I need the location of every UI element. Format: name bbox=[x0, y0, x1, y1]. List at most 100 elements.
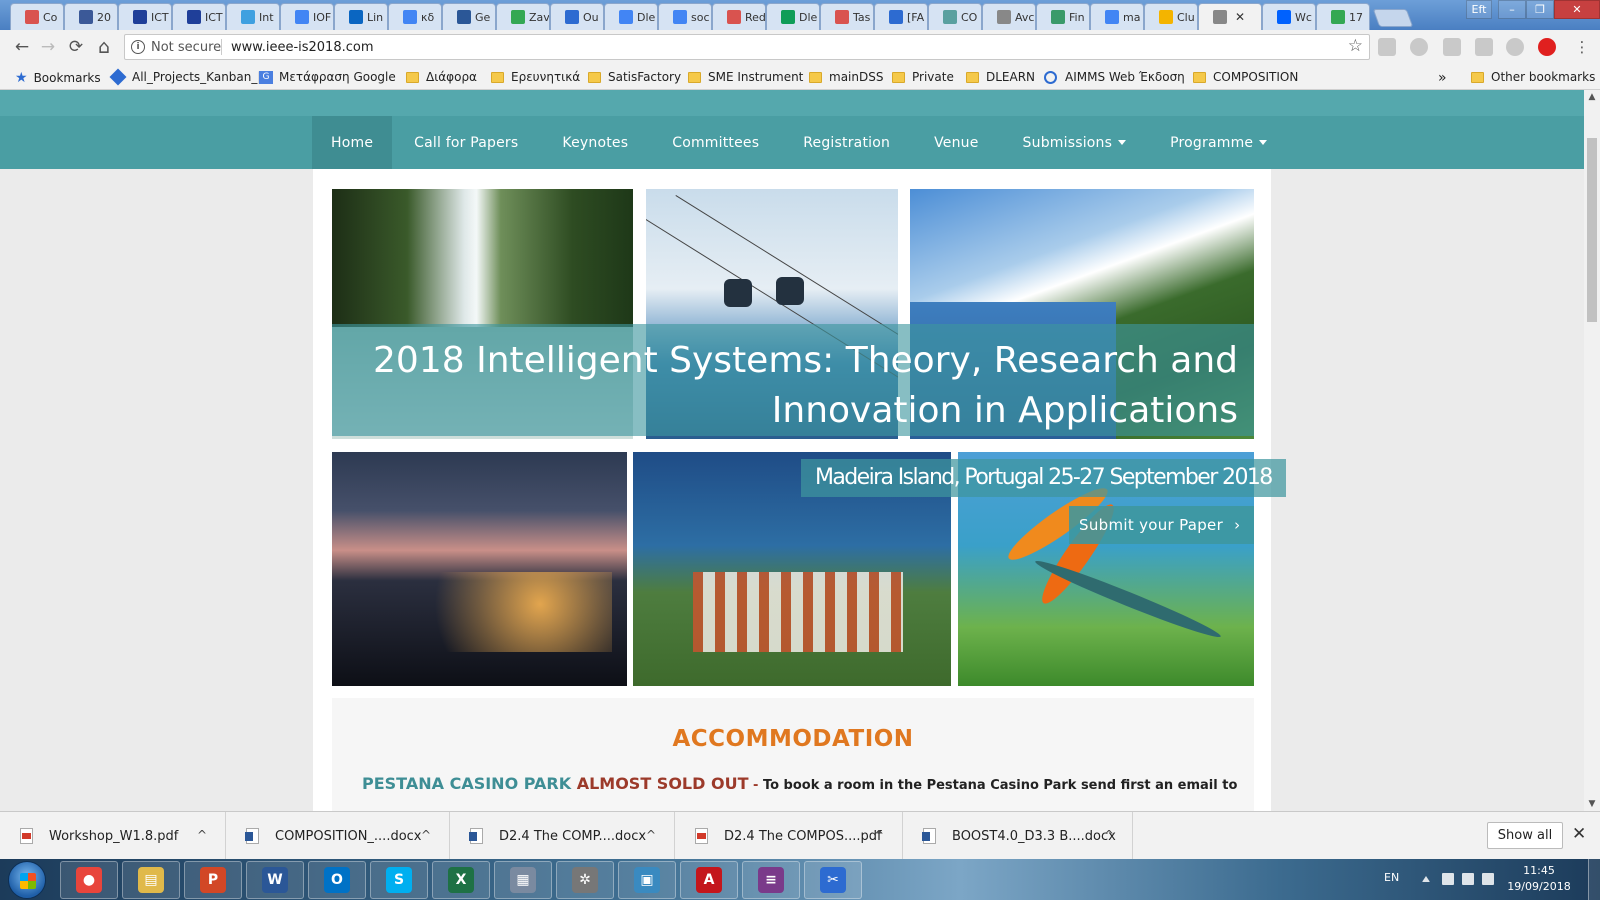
url-text[interactable]: www.ieee-is2018.com bbox=[231, 40, 374, 55]
browser-tab[interactable]: ICT bbox=[118, 3, 172, 30]
nav-item-committees[interactable]: Committees bbox=[650, 116, 781, 169]
bookmark-folder[interactable]: SatisFactory bbox=[588, 70, 681, 84]
browser-tab[interactable]: 17 bbox=[1316, 3, 1370, 30]
action-center-flag-icon[interactable] bbox=[1442, 873, 1454, 885]
taskbar-outlook[interactable]: O bbox=[308, 861, 366, 899]
taskbar-settings[interactable]: ✲ bbox=[556, 861, 614, 899]
other-bookmarks[interactable]: Other bookmarks bbox=[1471, 70, 1595, 84]
bookmark-folder[interactable]: COMPOSITION bbox=[1193, 70, 1298, 84]
profile-button[interactable]: Eft bbox=[1466, 0, 1492, 19]
show-hidden-icons-icon[interactable] bbox=[1422, 876, 1430, 882]
download-item[interactable]: D2.4 The COMPOS....pdf ^ bbox=[675, 812, 903, 860]
start-button[interactable] bbox=[8, 861, 46, 899]
download-item[interactable]: COMPOSITION_....docx ^ bbox=[226, 812, 450, 860]
browser-tab[interactable]: Ou bbox=[550, 3, 604, 30]
chevron-up-icon[interactable]: ^ bbox=[421, 828, 431, 842]
bookmark-kanban[interactable]: All_Projects_Kanban_| bbox=[109, 68, 261, 86]
reload-button[interactable]: ⟳ bbox=[66, 37, 86, 57]
browser-tab[interactable]: Avc bbox=[982, 3, 1036, 30]
browser-tab[interactable]: Wc bbox=[1262, 3, 1316, 30]
browser-tab[interactable]: Tas bbox=[820, 3, 874, 30]
nav-item-keynotes[interactable]: Keynotes bbox=[540, 116, 650, 169]
chevron-up-icon[interactable]: ^ bbox=[197, 828, 207, 842]
browser-tab[interactable]: Red bbox=[712, 3, 766, 30]
bookmark-folder[interactable]: Διάφορα bbox=[406, 70, 477, 84]
browser-tab[interactable]: [FA bbox=[874, 3, 928, 30]
volume-icon[interactable] bbox=[1482, 873, 1494, 885]
chevron-up-icon[interactable]: ^ bbox=[1104, 828, 1114, 842]
maximize-button[interactable]: ❐ bbox=[1526, 0, 1554, 19]
browser-tab[interactable]: Clu bbox=[1144, 3, 1198, 30]
browser-tab[interactable]: κδ bbox=[388, 3, 442, 30]
taskbar-chrome[interactable]: ● bbox=[60, 861, 118, 899]
home-button[interactable]: ⌂ bbox=[94, 36, 114, 58]
taskbar-excel[interactable]: X bbox=[432, 861, 490, 899]
extension-icon[interactable] bbox=[1475, 38, 1493, 56]
bookmark-aimms[interactable]: AIMMS Web Έκδοση bbox=[1044, 70, 1185, 84]
network-icon[interactable] bbox=[1462, 873, 1474, 885]
extension-icon[interactable] bbox=[1506, 38, 1524, 56]
browser-tab[interactable]: Lin bbox=[334, 3, 388, 30]
close-window-button[interactable]: ✕ bbox=[1554, 0, 1600, 19]
menu-icon[interactable]: ⋮ bbox=[1572, 37, 1592, 57]
opera-icon[interactable] bbox=[1538, 38, 1556, 56]
browser-tab[interactable]: IOF bbox=[280, 3, 334, 30]
taskbar-calculator[interactable]: ▦ bbox=[494, 861, 552, 899]
browser-tab[interactable]: Zav bbox=[496, 3, 550, 30]
browser-tab[interactable]: ma bbox=[1090, 3, 1144, 30]
bookmark-folder[interactable]: Private bbox=[892, 70, 954, 84]
browser-tab[interactable]: Ge bbox=[442, 3, 496, 30]
taskbar-snipping[interactable]: ✂ bbox=[804, 861, 862, 899]
close-tab-icon[interactable]: ✕ bbox=[1235, 10, 1245, 24]
language-indicator[interactable]: EN bbox=[1384, 871, 1399, 884]
nav-item-submissions[interactable]: Submissions bbox=[1001, 116, 1149, 169]
bookmarks-overflow-button[interactable]: » bbox=[1438, 70, 1447, 86]
scroll-up-icon[interactable]: ▲ bbox=[1584, 90, 1600, 104]
close-icon[interactable]: ✕ bbox=[1572, 824, 1586, 844]
clock[interactable]: 11:45 19/09/2018 bbox=[1504, 863, 1574, 895]
extension-icon[interactable] bbox=[1378, 38, 1396, 56]
browser-tab[interactable]: CO bbox=[928, 3, 982, 30]
info-icon[interactable]: i bbox=[131, 40, 145, 54]
browser-tab[interactable]: Fin bbox=[1036, 3, 1090, 30]
nav-item-call-for-papers[interactable]: Call for Papers bbox=[392, 116, 540, 169]
bookmark-folder[interactable]: DLEARN bbox=[966, 70, 1035, 84]
taskbar-powerpoint[interactable]: P bbox=[184, 861, 242, 899]
back-button[interactable]: ← bbox=[12, 37, 32, 57]
chevron-up-icon[interactable]: ^ bbox=[646, 828, 656, 842]
bookmark-folder[interactable]: mainDSS bbox=[809, 70, 883, 84]
browser-tab[interactable]: 20 bbox=[64, 3, 118, 30]
scroll-thumb[interactable] bbox=[1587, 138, 1597, 322]
taskbar-photos[interactable]: ▣ bbox=[618, 861, 676, 899]
scroll-down-icon[interactable]: ▼ bbox=[1584, 797, 1600, 811]
download-item[interactable]: Workshop_W1.8.pdf ^ bbox=[0, 812, 226, 860]
show-all-downloads-button[interactable]: Show all bbox=[1487, 822, 1563, 849]
forward-button[interactable]: → bbox=[38, 37, 58, 57]
bookmark-folder[interactable]: SME Instrument bbox=[688, 70, 803, 84]
browser-tab[interactable]: Dle bbox=[604, 3, 658, 30]
taskbar-acrobat[interactable]: A bbox=[680, 861, 738, 899]
browser-tab[interactable]: Dle bbox=[766, 3, 820, 30]
extension-icon[interactable] bbox=[1443, 38, 1461, 56]
bookmark-folder[interactable]: Ερευνητικά bbox=[491, 70, 580, 84]
taskbar-word[interactable]: W bbox=[246, 861, 304, 899]
nav-item-venue[interactable]: Venue bbox=[912, 116, 1000, 169]
browser-tab[interactable]: ICT bbox=[172, 3, 226, 30]
nav-item-home[interactable]: Home bbox=[312, 116, 393, 169]
browser-tab[interactable]: Co bbox=[10, 3, 64, 30]
browser-tab[interactable]: soc bbox=[658, 3, 712, 30]
taskbar-skype[interactable]: S bbox=[370, 861, 428, 899]
download-item[interactable]: D2.4 The COMP....docx ^ bbox=[450, 812, 675, 860]
page-scrollbar[interactable]: ▲ ▼ bbox=[1584, 90, 1600, 811]
download-item[interactable]: BOOST4.0_D3.3 B....docx ^ bbox=[903, 812, 1133, 860]
taskbar-explorer[interactable]: ▤ bbox=[122, 861, 180, 899]
new-tab-button[interactable] bbox=[1372, 9, 1414, 27]
chevron-up-icon[interactable]: ^ bbox=[874, 828, 884, 842]
show-desktop-button[interactable] bbox=[1588, 859, 1600, 900]
taskbar-winrar[interactable]: ≡ bbox=[742, 861, 800, 899]
extension-icon[interactable] bbox=[1410, 38, 1428, 56]
nav-item-programme[interactable]: Programme bbox=[1148, 116, 1289, 169]
nav-item-registration[interactable]: Registration bbox=[781, 116, 912, 169]
submit-paper-button[interactable]: Submit your Paper › bbox=[1069, 506, 1254, 544]
bookmark-star-icon[interactable]: ☆ bbox=[1348, 36, 1363, 56]
